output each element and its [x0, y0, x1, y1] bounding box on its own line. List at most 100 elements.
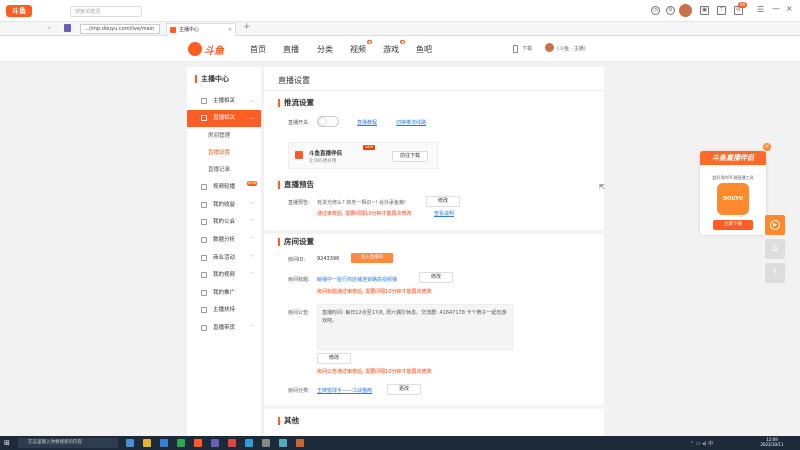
- room-id-value: 9243396: [317, 256, 340, 262]
- sidebar-item-my-videos[interactable]: 我的视频 ﹀: [187, 267, 261, 284]
- nav-category[interactable]: 分类: [317, 44, 333, 55]
- announce-warning: 房间公告通过审核后, 需要间隔10分钟才能再次修改: [317, 369, 432, 375]
- back-to-top-icon[interactable]: ⤒: [765, 263, 785, 283]
- sidebar-item-data[interactable]: 数据分析 ﹀: [187, 232, 261, 249]
- nav-live[interactable]: 直播: [283, 44, 299, 55]
- tab-close-icon[interactable]: ×: [228, 24, 232, 36]
- nav-game[interactable]: 游戏 ●: [383, 40, 405, 55]
- notice-label: 直播预告:: [288, 200, 310, 206]
- history-icon[interactable]: ◷: [651, 6, 660, 15]
- new-tab-icon[interactable]: +: [243, 22, 251, 32]
- nav-home[interactable]: 首页: [250, 44, 266, 55]
- app-icon[interactable]: [296, 439, 304, 447]
- sidebar-item-label: 直播相关: [213, 115, 236, 121]
- windows-start-icon[interactable]: ⊞: [4, 439, 10, 447]
- mic-icon: [201, 98, 207, 104]
- sidebar-item-video-carousel[interactable]: 视频轮播 NEW: [187, 179, 261, 196]
- edge-icon[interactable]: [160, 439, 168, 447]
- sidebar-subitem-room-manage[interactable]: 房间管理: [187, 128, 261, 144]
- category-value[interactable]: 王牌猎球手——江战猫两: [317, 387, 372, 394]
- nav-yuba[interactable]: 鱼吧: [416, 44, 432, 55]
- notification-count: 99: [738, 2, 748, 8]
- clock-date: 2022/10/11: [760, 442, 784, 447]
- tab-anchor-center[interactable]: 主播中心 ×: [166, 23, 236, 36]
- film-icon: [201, 272, 207, 278]
- mouse-cursor-icon: ⇱: [599, 183, 605, 191]
- category-label: 房间分类:: [288, 388, 310, 394]
- coin-icon: [201, 202, 207, 208]
- browser-logo[interactable]: 斗鱼: [6, 5, 32, 17]
- sidebar-item-label: 我的推广: [213, 290, 236, 296]
- download-link[interactable]: 下载: [522, 45, 532, 52]
- sidebar-item-income[interactable]: 我的收益 ﹀: [187, 197, 261, 214]
- taskbar: [0, 436, 800, 450]
- taskview-icon[interactable]: [126, 439, 134, 447]
- header-avatar[interactable]: [545, 43, 554, 52]
- category-change-button[interactable]: 更改: [387, 384, 421, 395]
- user-avatar[interactable]: [679, 4, 692, 17]
- back-icon[interactable]: ‹: [48, 24, 51, 32]
- app-icon[interactable]: [245, 439, 253, 447]
- nav-video[interactable]: 视频 ●: [350, 40, 372, 55]
- sidebar-item-guild[interactable]: 我的公会 ﹀: [187, 214, 261, 231]
- chevron-down-icon: ﹀: [249, 219, 255, 225]
- enter-room-button[interactable]: 进入直播间: [351, 253, 393, 263]
- notice-warning: 通过审核后, 需要间隔10分钟才能再次修改: [317, 211, 412, 217]
- app-icon[interactable]: [279, 439, 287, 447]
- home-icon[interactable]: ⌂: [765, 239, 785, 259]
- promo-widget[interactable]: 斗鱼直播伴侣 超好用的PC端直播工具 DOUYU 立即下载: [700, 151, 766, 235]
- sidebar-item-business[interactable]: 商业活动 ﹀: [187, 250, 261, 267]
- explorer-icon[interactable]: [143, 439, 151, 447]
- nav-video-label: 视频: [350, 45, 366, 54]
- douyu-taskbar-icon[interactable]: [194, 439, 202, 447]
- app-icon[interactable]: [262, 439, 270, 447]
- sidebar-item-label: 数据分析: [213, 237, 236, 243]
- header-user-label[interactable]: (斗鱼 · 主播): [557, 45, 586, 52]
- menu-icon[interactable]: ☰: [757, 5, 764, 14]
- switch-line-link[interactable]: 切换推流线路: [396, 119, 426, 126]
- play-side-button[interactable]: ▶: [765, 215, 785, 235]
- live-toggle[interactable]: [317, 116, 339, 127]
- clock-icon[interactable]: ⏲: [666, 6, 675, 15]
- sidebar-item-commerce[interactable]: 直播带货 ﹀: [187, 320, 261, 337]
- announce-textarea[interactable]: 直播时间: 每日12点至17点, 周六偶尔休息。交流群: 41647178 卡个…: [317, 304, 514, 350]
- address-bar[interactable]: ...//mp.douyu.com/live/main: [80, 24, 160, 34]
- tutorial-link[interactable]: 直播教程: [357, 119, 377, 126]
- promo-download-button[interactable]: 立即下载: [713, 220, 753, 230]
- switch-label: 直播开关:: [288, 120, 310, 126]
- gift-icon[interactable]: ▣: [700, 6, 709, 15]
- bag-icon: [201, 325, 207, 331]
- chat-icon[interactable]: [177, 439, 185, 447]
- close-window-icon[interactable]: ×: [786, 4, 793, 13]
- promo-close-icon[interactable]: ×: [763, 143, 771, 151]
- sidebar-subitem-live-settings[interactable]: 直播设置: [187, 145, 261, 161]
- app-icon[interactable]: [228, 439, 236, 447]
- notice-edit-button[interactable]: 修改: [426, 196, 460, 207]
- phone-icon[interactable]: [513, 45, 518, 53]
- sidebar-item-promotion[interactable]: 我的推广: [187, 285, 261, 302]
- bookmark-icon[interactable]: [64, 24, 71, 32]
- room-section-title: 房间设置: [278, 238, 314, 246]
- shirt-icon[interactable]: ⊤: [717, 6, 726, 15]
- taskbar-clock[interactable]: 12:09 2022/10/11: [760, 437, 784, 447]
- sidebar-item-live[interactable]: 直播相关 ︿: [187, 110, 261, 127]
- stream-section-title: 推流设置: [278, 99, 314, 107]
- announce-edit-button[interactable]: 修改: [317, 353, 351, 364]
- sidebar-item-support[interactable]: 主播扶持: [187, 302, 261, 319]
- site-logo[interactable]: 斗鱼: [188, 40, 228, 58]
- notice-rule-link[interactable]: 查看说明: [434, 210, 454, 217]
- companion-download-button[interactable]: 前往下载: [392, 151, 428, 162]
- companion-new-badge: NEW: [363, 145, 376, 150]
- chevron-down-icon: ﹀: [249, 272, 255, 278]
- app-icon[interactable]: [211, 439, 219, 447]
- room-title-edit-button[interactable]: 修改: [419, 272, 453, 283]
- browser-search-input[interactable]: 搜索关键词: [70, 6, 142, 17]
- companion-title: 斗鱼直播伴侣: [309, 151, 343, 157]
- nav-game-label: 游戏: [383, 45, 399, 54]
- minimize-icon[interactable]: —: [772, 4, 780, 13]
- sidebar-item-anchor[interactable]: 主播相关 ︿: [187, 93, 261, 110]
- tray-icons[interactable]: ⌃ ▭ ◂) 中: [690, 440, 713, 447]
- section-gap: [264, 405, 604, 409]
- sidebar-subitem-live-records[interactable]: 直播记录: [187, 162, 261, 178]
- taskbar-search-input[interactable]: 在这里输入你要搜索的内容: [18, 438, 118, 448]
